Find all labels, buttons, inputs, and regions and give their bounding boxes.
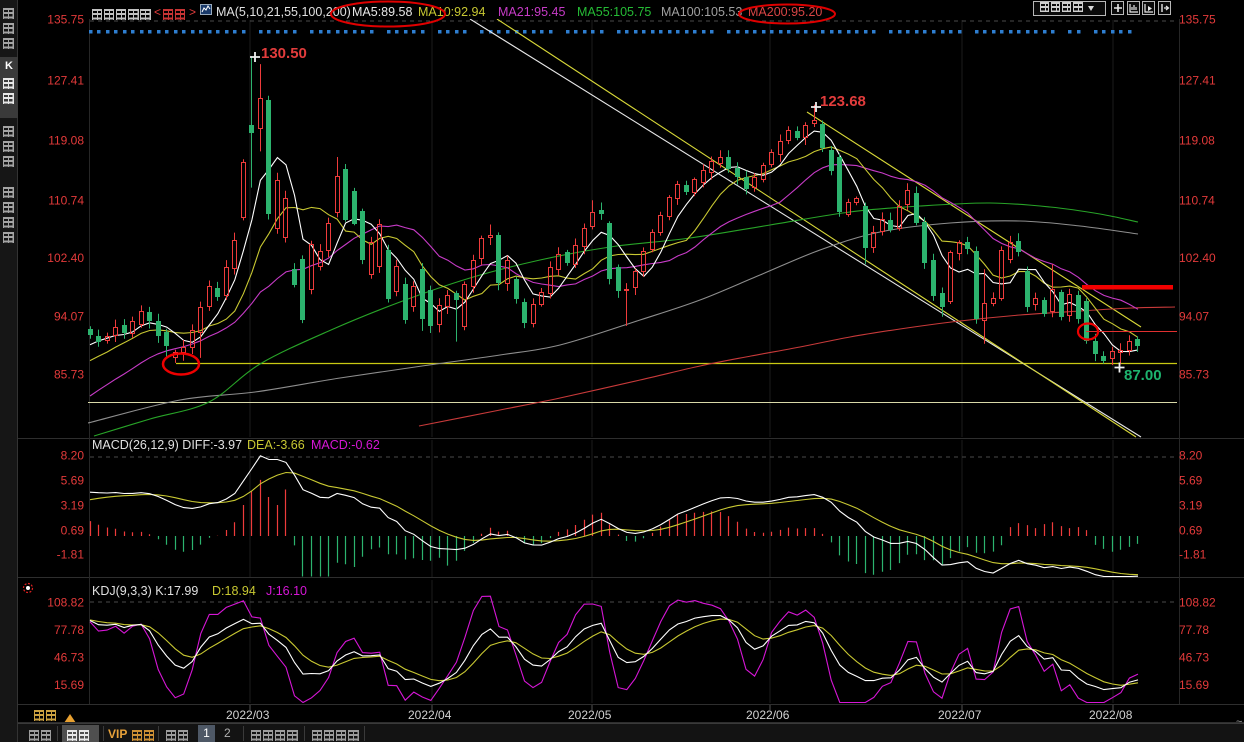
svg-text:135.75: 135.75 [47, 13, 84, 27]
svg-text:D:18.94: D:18.94 [212, 584, 256, 598]
svg-text:94.07: 94.07 [54, 310, 84, 324]
svg-text:15.69: 15.69 [54, 678, 84, 692]
svg-text:85.73: 85.73 [1179, 368, 1209, 382]
svg-text:77.78: 77.78 [1179, 623, 1209, 637]
svg-text:110.74: 110.74 [1179, 194, 1215, 208]
svg-text:77.78: 77.78 [54, 623, 84, 637]
svg-text:102.40: 102.40 [47, 251, 84, 265]
svg-text:5.69: 5.69 [1179, 474, 1203, 488]
svg-text:0.69: 0.69 [1179, 524, 1203, 538]
svg-text:3.19: 3.19 [61, 499, 85, 513]
svg-text:5.69: 5.69 [61, 474, 85, 488]
svg-text:0.69: 0.69 [61, 524, 85, 538]
svg-text:85.73: 85.73 [54, 368, 84, 382]
svg-text:46.73: 46.73 [1179, 651, 1209, 665]
svg-text:127.41: 127.41 [1179, 74, 1216, 88]
svg-text:-1.81: -1.81 [57, 548, 85, 562]
svg-text:MACD(26,12,9) DIFF:-3.97: MACD(26,12,9) DIFF:-3.97 [92, 438, 242, 452]
svg-text:130.50: 130.50 [261, 45, 307, 62]
svg-text:-1.81: -1.81 [1179, 548, 1207, 562]
svg-text:94.07: 94.07 [1179, 310, 1209, 324]
svg-text:3.19: 3.19 [1179, 499, 1203, 513]
svg-text:102.40: 102.40 [1179, 251, 1216, 265]
svg-text:DEA:-3.66: DEA:-3.66 [247, 438, 305, 452]
svg-text:87.00: 87.00 [1124, 367, 1162, 384]
svg-text:127.41: 127.41 [47, 74, 84, 88]
svg-text:123.68: 123.68 [820, 93, 866, 110]
svg-text:8.20: 8.20 [1179, 449, 1203, 463]
svg-text:119.08: 119.08 [1179, 134, 1215, 148]
svg-text:KDJ(9,3,3) K:17.99: KDJ(9,3,3) K:17.99 [92, 584, 198, 598]
svg-text:119.08: 119.08 [48, 134, 84, 148]
svg-text:MACD:-0.62: MACD:-0.62 [311, 438, 380, 452]
svg-text:108.82: 108.82 [1179, 596, 1216, 610]
svg-text:110.74: 110.74 [48, 194, 84, 208]
svg-text:15.69: 15.69 [1179, 678, 1209, 692]
svg-text:8.20: 8.20 [61, 449, 85, 463]
svg-text:108.82: 108.82 [47, 596, 84, 610]
svg-text:46.73: 46.73 [54, 651, 84, 665]
svg-text:J:16.10: J:16.10 [266, 584, 307, 598]
svg-text:135.75: 135.75 [1179, 13, 1216, 27]
